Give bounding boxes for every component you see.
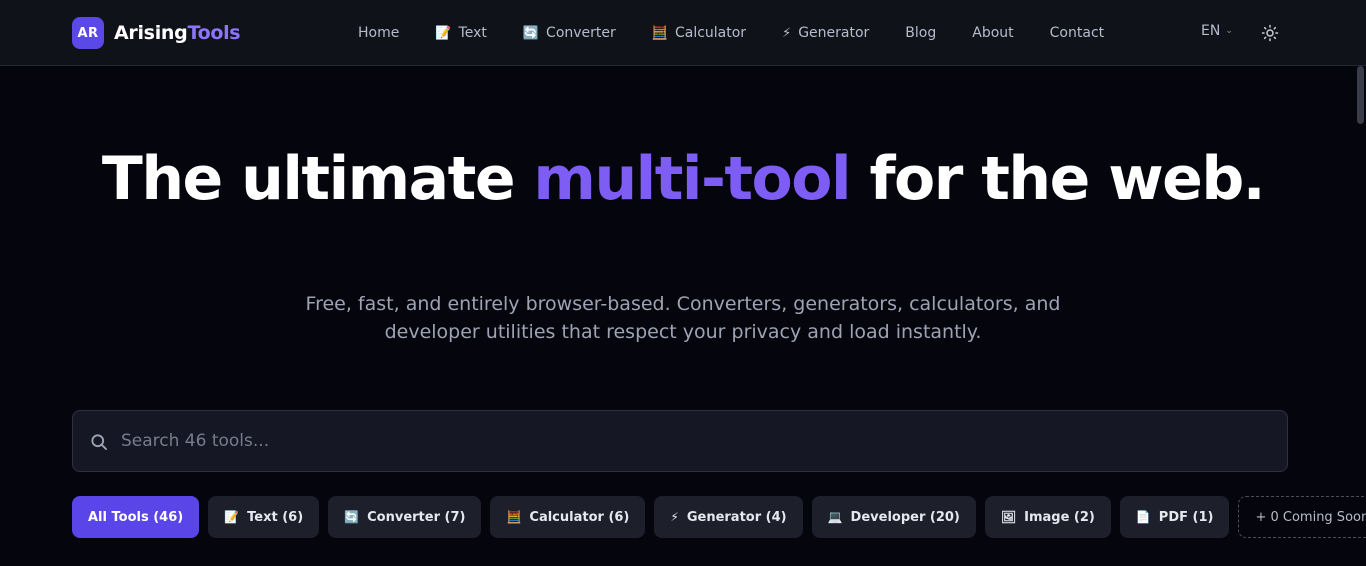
nav-blog[interactable]: Blog — [887, 25, 954, 41]
main-nav: Home 📝 Text 🔄 Converter 🧮 Calculator ⚡ Gener… — [340, 0, 1122, 66]
filter-calculator[interactable]: 🧮 Calculator (6) — [490, 496, 646, 538]
filter-all-tools-label: All Tools (46) — [88, 509, 184, 525]
category-filters: All Tools (46) 📝 Text (6) 🔄 Converter (7) … — [72, 496, 1366, 538]
nav-calculator-label: Calculator — [674, 25, 747, 41]
page-scrollbar[interactable] — [1357, 66, 1364, 124]
brand-name-main: Arising — [114, 22, 188, 44]
brand-logo[interactable]: AR ArisingTools — [72, 17, 241, 49]
filter-image-label: Image (2) — [1024, 509, 1095, 525]
filter-converter[interactable]: 🔄 Converter (7) — [328, 496, 482, 538]
image-icon: 🖼 — [1000, 510, 1017, 524]
brand-name-accent: Tools — [187, 22, 241, 44]
filter-all-tools[interactable]: All Tools (46) — [72, 496, 200, 538]
hero-title-part2: for the web. — [850, 144, 1265, 214]
tool-search-box — [72, 410, 1288, 472]
nav-text[interactable]: 📝 Text — [417, 25, 505, 41]
search-icon — [91, 434, 108, 450]
memo-icon: 📝 — [435, 25, 452, 41]
lightning-icon: ⚡ — [670, 510, 679, 524]
nav-text-label: Text — [458, 25, 487, 41]
nav-about[interactable]: About — [954, 25, 1031, 41]
hero-subtitle: Free, fast, and entirely browser-based. … — [305, 293, 1061, 343]
filter-developer-label: Developer (20) — [850, 509, 960, 525]
chevron-down-icon: ⌄ — [1225, 26, 1233, 36]
hero-title: The ultimate multi-tool for the web. — [0, 148, 1366, 211]
filter-developer[interactable]: 💻 Developer (20) — [811, 496, 976, 538]
abacus-icon: 🧮 — [506, 510, 522, 524]
hero-title-accent: multi-tool — [533, 144, 851, 214]
nav-contact-label: Contact — [1049, 25, 1105, 41]
nav-contact[interactable]: Contact — [1032, 25, 1122, 41]
nav-converter[interactable]: 🔄 Converter — [505, 25, 634, 41]
language-selector[interactable]: EN ⌄ — [1201, 23, 1233, 39]
nav-calculator[interactable]: 🧮 Calculator — [634, 25, 764, 41]
theme-toggle-button[interactable] — [1259, 22, 1281, 44]
brand-name: ArisingTools — [114, 22, 241, 44]
logo-badge: AR — [72, 17, 104, 49]
language-label: EN — [1201, 23, 1221, 39]
hero-title-part1: The ultimate — [101, 144, 534, 214]
converter-icon: 🔄 — [344, 510, 360, 524]
top-navbar: AR ArisingTools Home 📝 Text 🔄 Converter 🧮 C… — [0, 0, 1366, 66]
abacus-icon: 🧮 — [651, 25, 668, 41]
nav-blog-label: Blog — [905, 25, 937, 41]
filter-text[interactable]: 📝 Text (6) — [208, 496, 320, 538]
filter-pdf[interactable]: 📄 PDF (1) — [1119, 496, 1230, 538]
lightning-icon: ⚡ — [782, 25, 792, 41]
memo-icon: 📝 — [224, 510, 240, 524]
nav-converter-label: Converter — [546, 25, 616, 41]
document-icon: 📄 — [1135, 510, 1151, 524]
nav-generator-label: Generator — [798, 25, 870, 41]
nav-home[interactable]: Home — [340, 25, 417, 41]
laptop-icon: 💻 — [827, 510, 843, 524]
filter-calculator-label: Calculator (6) — [529, 509, 630, 525]
filter-coming-soon-label: + 0 Coming Soon — [1255, 509, 1366, 525]
filter-generator[interactable]: ⚡ Generator (4) — [654, 496, 803, 538]
filter-converter-label: Converter (7) — [367, 509, 466, 525]
filter-image[interactable]: 🖼 Image (2) — [984, 496, 1111, 538]
nav-about-label: About — [972, 25, 1014, 41]
filter-pdf-label: PDF (1) — [1158, 509, 1214, 525]
search-input[interactable] — [121, 411, 1271, 471]
nav-generator[interactable]: ⚡ Generator — [764, 25, 887, 41]
filter-generator-label: Generator (4) — [686, 509, 787, 525]
filter-coming-soon[interactable]: + 0 Coming Soon — [1238, 496, 1366, 538]
nav-home-label: Home — [358, 25, 400, 41]
filter-text-label: Text (6) — [247, 509, 304, 525]
sun-icon — [1261, 24, 1279, 42]
converter-icon: 🔄 — [522, 25, 540, 41]
